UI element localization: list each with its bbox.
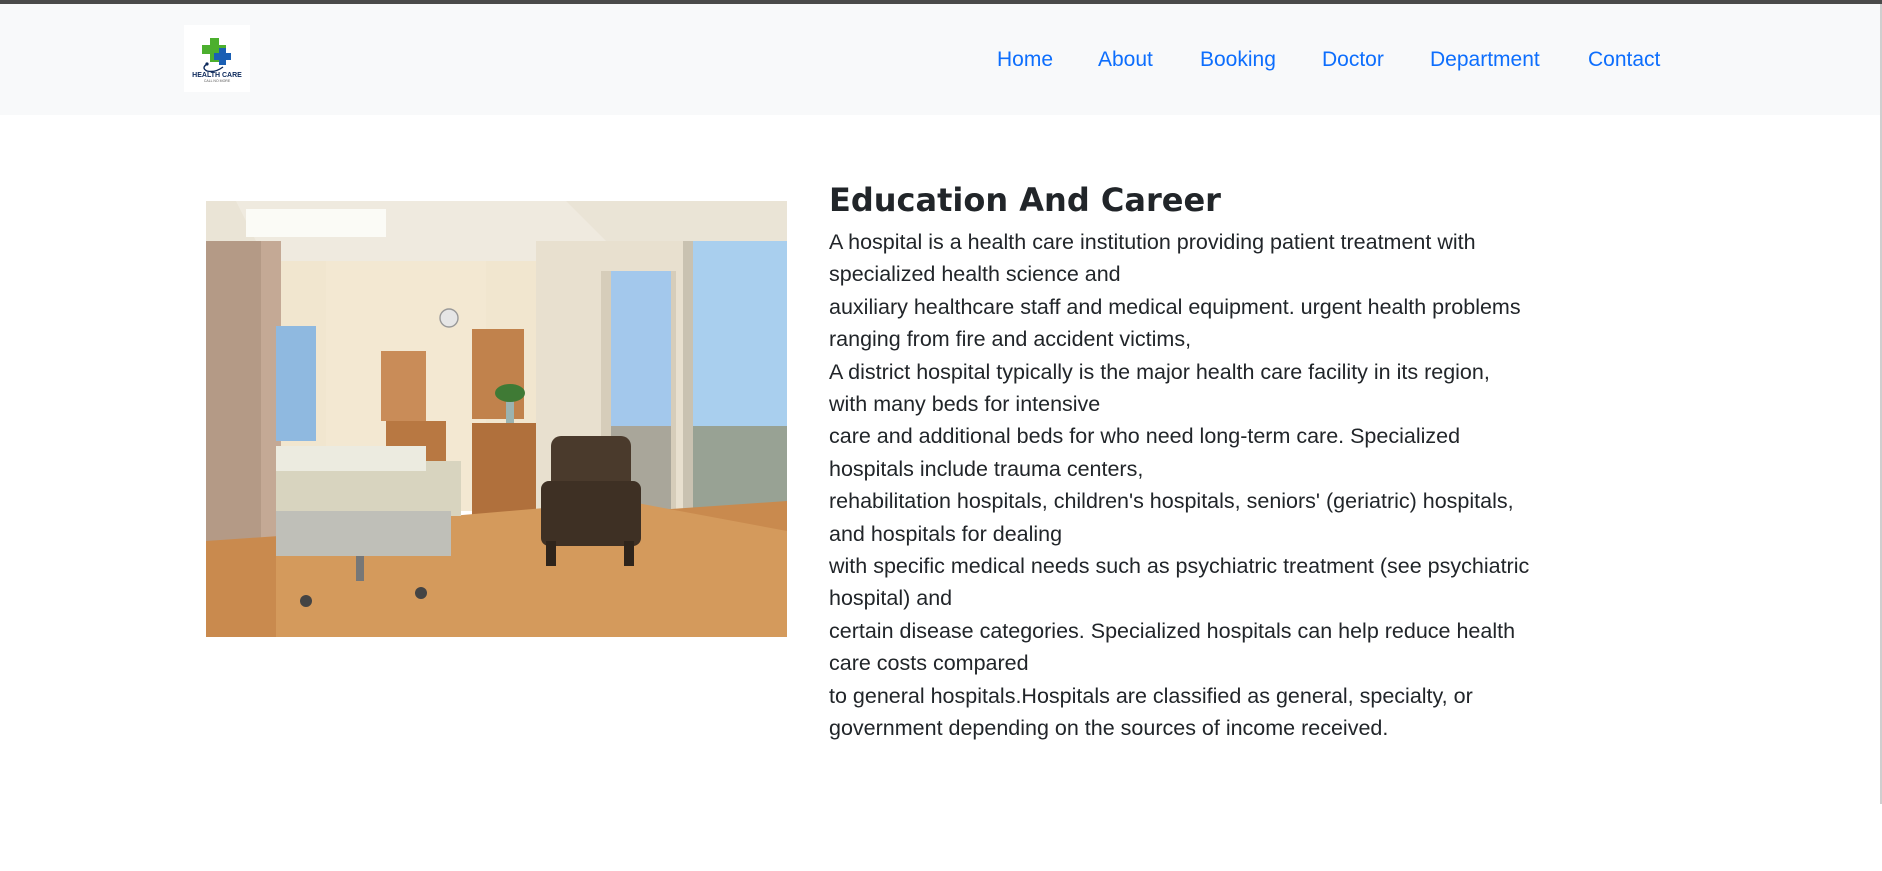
content-section: Education And Career A hospital is a hea… xyxy=(829,180,1549,745)
paragraph-line: hospitals include trauma centers, xyxy=(829,456,1144,481)
paragraph-line: auxiliary healthcare staff and medical e… xyxy=(829,294,1521,319)
nav-link-home[interactable]: Home xyxy=(997,48,1053,72)
section-paragraph: A hospital is a health care institution … xyxy=(829,226,1549,745)
paragraph-line: A hospital is a health care institution … xyxy=(829,230,1476,254)
paragraph-line: care costs compared xyxy=(829,651,1029,676)
paragraph-line: government depending on the sources of i… xyxy=(829,716,1389,741)
nav-link-contact[interactable]: Contact xyxy=(1588,48,1660,72)
paragraph-line: and hospitals for dealing xyxy=(829,521,1063,546)
logo-tagline: CALL NO MORE xyxy=(203,79,231,83)
paragraph-line: A district hospital typically is the maj… xyxy=(829,359,1490,384)
paragraph-line: certain disease categories. Specialized … xyxy=(829,618,1516,643)
nav-link-booking[interactable]: Booking xyxy=(1200,48,1276,72)
hospital-room-image xyxy=(206,201,787,637)
paragraph-line: hospital) and xyxy=(829,586,953,611)
nav-link-about[interactable]: About xyxy=(1098,48,1153,72)
main-nav: Home About Booking Doctor Department Con… xyxy=(0,48,1882,78)
paragraph-line: specialized health science and xyxy=(829,262,1121,287)
nav-link-doctor[interactable]: Doctor xyxy=(1322,48,1384,72)
paragraph-line: ranging from fire and accident victims, xyxy=(829,327,1192,352)
section-title: Education And Career xyxy=(829,181,1221,219)
paragraph-line: to general hospitals.Hospitals are class… xyxy=(829,683,1473,708)
navbar: HEALTH CARE CALL NO MORE Home About Book… xyxy=(0,4,1882,115)
paragraph-line: care and additional beds for who need lo… xyxy=(829,424,1461,449)
paragraph-line: rehabilitation hospitals, children's hos… xyxy=(829,489,1514,514)
paragraph-line: with many beds for intensive xyxy=(829,392,1101,417)
nav-link-department[interactable]: Department xyxy=(1430,48,1540,72)
paragraph-line: with specific medical needs such as psyc… xyxy=(829,554,1530,579)
